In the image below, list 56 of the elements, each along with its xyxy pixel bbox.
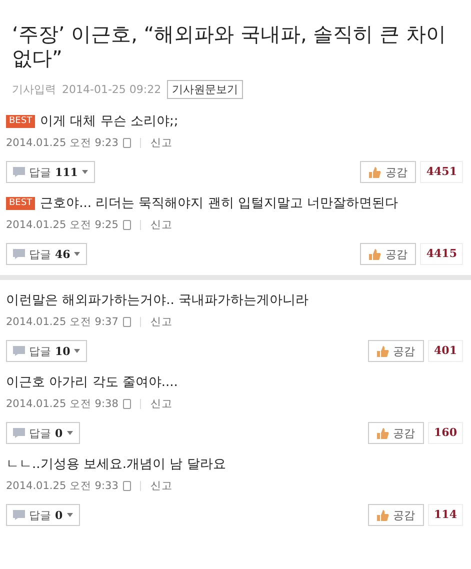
speech-bubble-icon bbox=[13, 346, 25, 356]
speech-bubble-icon bbox=[13, 249, 25, 259]
speech-bubble-icon bbox=[13, 510, 25, 520]
mobile-icon bbox=[123, 399, 132, 409]
like-button[interactable]: 공감 bbox=[368, 340, 424, 362]
like-count: 4451 bbox=[420, 161, 463, 183]
like-count: 160 bbox=[428, 422, 463, 444]
report-link[interactable]: 신고 bbox=[150, 315, 172, 329]
thumbs-up-icon bbox=[377, 510, 390, 520]
like-count: 4415 bbox=[420, 243, 463, 265]
best-badge: BEST bbox=[6, 196, 36, 210]
report-link[interactable]: 신고 bbox=[150, 479, 172, 493]
reply-button[interactable]: 답글 0 bbox=[6, 504, 80, 526]
mobile-icon bbox=[123, 138, 132, 148]
comment-date: 2014.01.25 오전 9:38 bbox=[6, 397, 118, 411]
comment-date: 2014.01.25 오전 9:37 bbox=[6, 315, 118, 329]
caret-icon bbox=[74, 252, 80, 256]
caret-icon bbox=[82, 170, 88, 174]
like-button[interactable]: 공감 bbox=[360, 161, 416, 183]
like-count: 401 bbox=[428, 340, 463, 362]
thumbs-up-icon bbox=[369, 166, 382, 178]
comment-text: 이런말은 해외파가하는거야.. 국내파가하는게아니라 bbox=[6, 292, 309, 309]
comment-date: 2014.01.25 오전 9:33 bbox=[6, 479, 118, 493]
caret-icon bbox=[74, 349, 80, 353]
caret-icon bbox=[66, 431, 73, 435]
reply-button[interactable]: 답글 0 bbox=[6, 422, 80, 444]
reply-button[interactable]: 답글 10 bbox=[6, 340, 88, 362]
mobile-icon bbox=[123, 317, 132, 327]
speech-bubble-icon bbox=[13, 167, 25, 177]
comment-text: 근호야... 리더는 묵직해야지 괜히 입털지말고 너만잘하면된다 bbox=[40, 195, 398, 212]
article-date: 2014-01-25 09:22 bbox=[62, 83, 162, 96]
report-link[interactable]: 신고 bbox=[150, 397, 172, 411]
thumbs-up-icon bbox=[369, 248, 382, 260]
original-article-button[interactable]: 기사원문보기 bbox=[167, 80, 244, 99]
mobile-icon bbox=[123, 220, 132, 230]
like-count: 114 bbox=[428, 504, 463, 526]
comment-text: ㄴㄴ..기성용 보세요.개념이 남 달라요 bbox=[6, 456, 226, 473]
reply-button[interactable]: 답글 46 bbox=[6, 243, 88, 265]
comment-text: 이게 대체 무슨 소리야;; bbox=[40, 113, 178, 130]
best-badge: BEST bbox=[6, 114, 36, 128]
comment-text: 이근호 아가리 각도 줄여야.... bbox=[6, 374, 178, 391]
report-link[interactable]: 신고 bbox=[150, 218, 172, 232]
comment-date: 2014.01.25 오전 9:23 bbox=[6, 136, 118, 150]
comment-date: 2014.01.25 오전 9:25 bbox=[6, 218, 118, 232]
caret-icon bbox=[66, 513, 73, 517]
thumbs-up-icon bbox=[377, 428, 390, 438]
article-title: ‘주장’ 이근호, “해외파와 국내파, 솔직히 큰 차이 없다” bbox=[12, 22, 447, 70]
speech-bubble-icon bbox=[13, 428, 25, 438]
date-label: 기사입력 bbox=[12, 82, 56, 97]
like-button[interactable]: 공감 bbox=[360, 243, 416, 265]
like-button[interactable]: 공감 bbox=[368, 504, 424, 526]
report-link[interactable]: 신고 bbox=[150, 136, 172, 150]
reply-button[interactable]: 답글 111 bbox=[6, 161, 95, 183]
mobile-icon bbox=[123, 481, 132, 491]
like-button[interactable]: 공감 bbox=[368, 422, 424, 444]
thumbs-up-icon bbox=[377, 346, 390, 356]
